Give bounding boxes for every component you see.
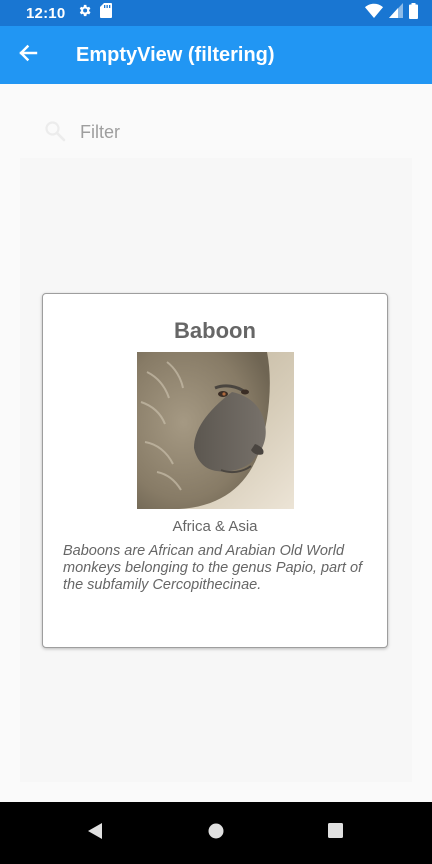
card-description: Baboons are African and Arabian Old Worl…	[63, 543, 363, 593]
app-bar: EmptyView (filtering)	[0, 26, 432, 84]
nav-recents-button[interactable]	[305, 802, 365, 864]
gear-icon	[77, 3, 92, 23]
search-icon	[43, 119, 67, 148]
back-button[interactable]	[0, 26, 56, 84]
battery-icon	[409, 2, 418, 24]
home-circle-icon	[208, 823, 224, 844]
arrow-back-icon	[18, 43, 38, 68]
wifi-icon	[365, 3, 383, 23]
search-input[interactable]	[78, 116, 402, 148]
card-location: Africa & Asia	[172, 518, 258, 535]
nav-back-button[interactable]	[65, 802, 125, 864]
back-triangle-icon	[86, 822, 104, 845]
recents-square-icon	[327, 823, 343, 843]
search-bar	[0, 104, 432, 158]
baboon-photo	[137, 352, 294, 509]
card-title: Baboon	[174, 318, 256, 343]
status-time: 12:10	[26, 4, 66, 22]
nav-home-button[interactable]	[186, 802, 246, 864]
navigation-bar	[0, 802, 432, 864]
signal-icon	[389, 3, 403, 23]
sd-card-icon	[100, 3, 113, 23]
empty-view-card: Baboon Africa & Asia Baboons are African…	[42, 293, 388, 648]
page-title: EmptyView (filtering)	[76, 43, 275, 66]
status-bar: 12:10	[0, 0, 432, 26]
